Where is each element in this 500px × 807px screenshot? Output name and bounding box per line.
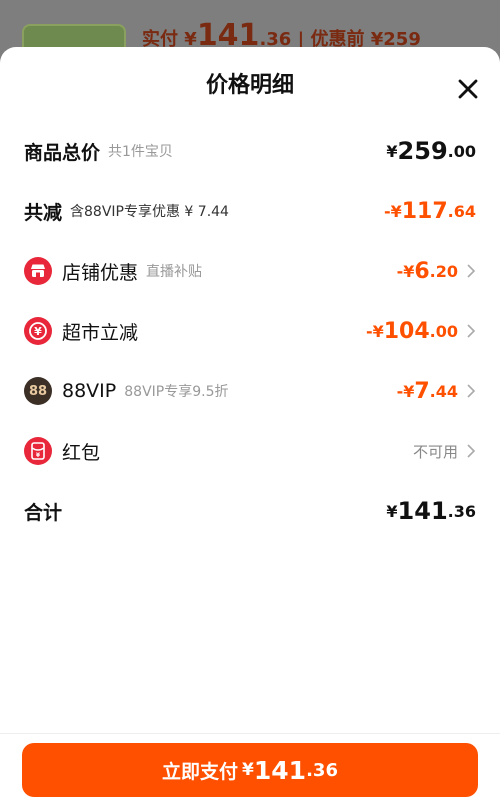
row-store-discount[interactable]: 店铺优惠 直播补贴 -¥ 6.20 bbox=[0, 249, 500, 293]
store-discount-note: 直播补贴 bbox=[146, 264, 203, 280]
88vip-icon: 88 bbox=[24, 377, 52, 405]
yen-coin-icon: ¥ bbox=[24, 317, 52, 345]
amount-int: 6 bbox=[414, 258, 430, 284]
amount-yen: -¥ bbox=[396, 261, 415, 281]
pay-button-label: 立即支付 bbox=[162, 760, 239, 783]
amount-int: 141 bbox=[397, 497, 448, 525]
chevron-right-icon bbox=[467, 324, 476, 338]
pay-now-button[interactable]: 立即支付 ¥141.36 bbox=[22, 743, 478, 797]
store-discount-amount: -¥ 6.20 bbox=[397, 249, 476, 293]
row-total-reduction: 共减 含88VIP专享优惠 ¥ 7.44 -¥ 117.64 bbox=[0, 189, 500, 233]
svg-text:¥: ¥ bbox=[34, 325, 42, 338]
row-red-packet[interactable]: ¥ 红包 不可用 bbox=[0, 429, 500, 473]
amount-yen: ¥ bbox=[386, 501, 398, 521]
pay-button-int: 141 bbox=[253, 755, 307, 785]
red-packet-status-text: 不可用 bbox=[412, 442, 458, 461]
reduction-label: 共减 bbox=[24, 201, 63, 224]
88vip-discount-amount: -¥ 7.44 bbox=[397, 369, 476, 413]
amount-dec: .00 bbox=[447, 141, 476, 161]
pay-button-yen: ¥ bbox=[242, 760, 254, 780]
amount-int: 259 bbox=[397, 137, 448, 165]
reduction-amount: -¥ 117.64 bbox=[384, 189, 476, 233]
88vip-note: 88VIP专享9.5折 bbox=[124, 384, 229, 400]
amount-dec: .00 bbox=[429, 321, 458, 341]
red-packet-icon: ¥ bbox=[24, 437, 52, 465]
amount-yen: -¥ bbox=[383, 201, 402, 221]
amount-yen: -¥ bbox=[365, 321, 384, 341]
sum-amount: ¥141.36 bbox=[386, 489, 476, 533]
red-packet-label: 红包 bbox=[62, 441, 101, 464]
row-sum: 合计 ¥141.36 bbox=[0, 489, 500, 533]
amount-dec: .64 bbox=[447, 201, 476, 221]
total-price-amount: ¥259.00 bbox=[386, 129, 476, 173]
reduction-note: 含88VIP专享优惠 ¥ 7.44 bbox=[70, 204, 229, 220]
close-button[interactable] bbox=[454, 75, 482, 103]
88vip-icon-text: 88 bbox=[28, 383, 48, 399]
pay-button-dec: .36 bbox=[306, 759, 338, 781]
row-88vip-discount[interactable]: 88 88VIP 88VIP专享9.5折 -¥ 7.44 bbox=[0, 369, 500, 413]
amount-dec: .44 bbox=[429, 381, 458, 401]
price-detail-sheet: 价格明细 商品总价 共1件宝贝 ¥259.00 共减 含88VIP专享优惠 ¥ … bbox=[0, 47, 500, 807]
close-icon bbox=[458, 79, 478, 99]
store-icon bbox=[24, 257, 52, 285]
amount-int: 117 bbox=[401, 198, 448, 224]
chevron-right-icon bbox=[467, 264, 476, 278]
88vip-label: 88VIP bbox=[62, 380, 117, 402]
sum-label: 合计 bbox=[24, 501, 63, 524]
total-price-label: 商品总价 bbox=[24, 141, 101, 164]
supermarket-discount-amount: -¥ 104.00 bbox=[366, 309, 476, 353]
row-total-price: 商品总价 共1件宝贝 ¥259.00 bbox=[0, 129, 500, 173]
supermarket-discount-label: 超市立减 bbox=[62, 321, 139, 344]
chevron-right-icon bbox=[467, 444, 476, 458]
amount-dec: .36 bbox=[447, 501, 476, 521]
red-packet-status: 不可用 bbox=[413, 429, 476, 473]
store-discount-label: 店铺优惠 bbox=[62, 261, 139, 284]
footer-divider bbox=[0, 733, 500, 734]
svg-text:¥: ¥ bbox=[36, 452, 41, 459]
amount-int: 7 bbox=[414, 378, 430, 404]
row-supermarket-discount[interactable]: ¥ 超市立减 -¥ 104.00 bbox=[0, 309, 500, 353]
amount-int: 104 bbox=[383, 318, 430, 344]
item-count: 共1件宝贝 bbox=[108, 144, 173, 160]
amount-yen: -¥ bbox=[396, 381, 415, 401]
amount-dec: .20 bbox=[429, 261, 458, 281]
amount-yen: ¥ bbox=[386, 141, 398, 161]
sheet-title: 价格明细 bbox=[205, 73, 294, 98]
chevron-right-icon bbox=[467, 384, 476, 398]
